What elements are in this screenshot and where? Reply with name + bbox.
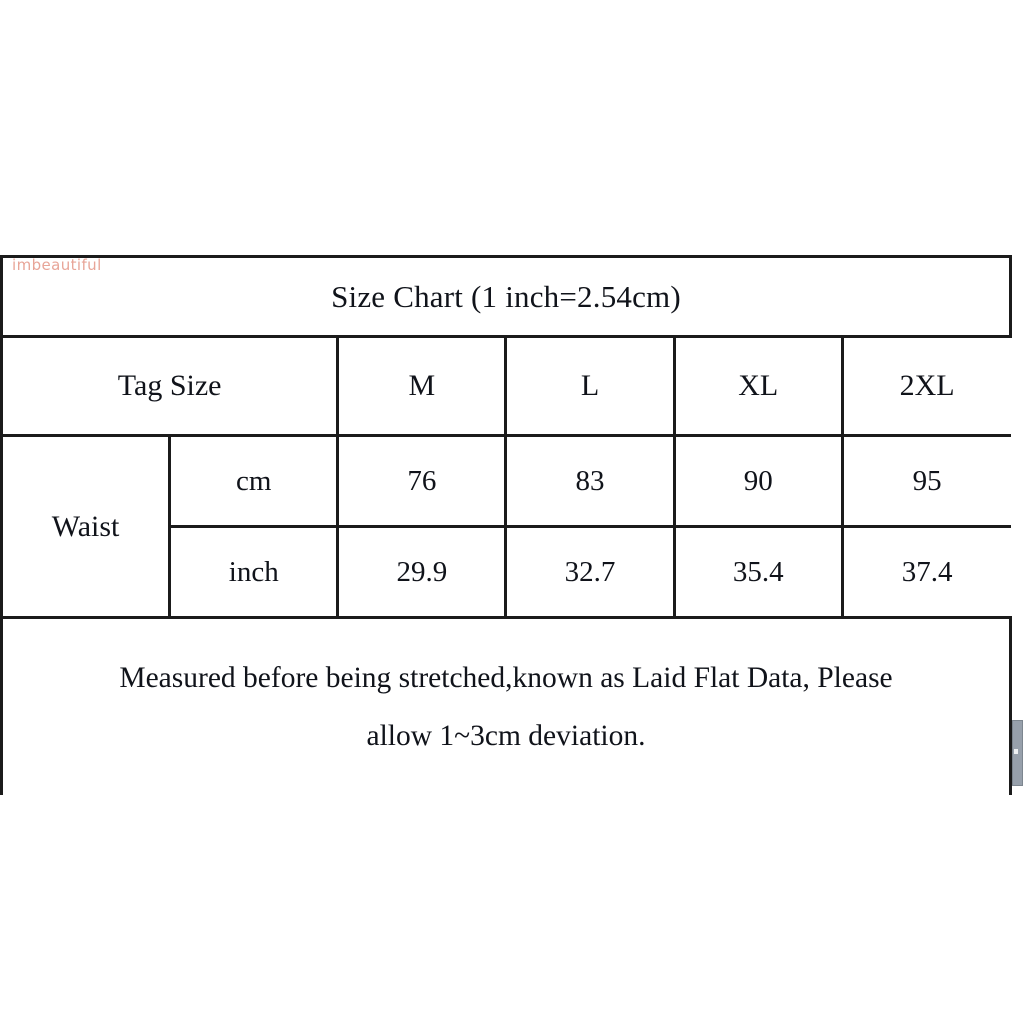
waist-inch-xl: 35.4 <box>672 525 844 619</box>
size-chart-table-container: Size Chart (1 inch=2.54cm) Tag Size M L … <box>0 255 1012 795</box>
unit-label-inch: inch <box>168 525 340 619</box>
measurement-note-line-1: Measured before being stretched,known as… <box>119 661 893 694</box>
waist-cm-l: 83 <box>504 434 676 528</box>
vertical-scrollbar[interactable] <box>1011 255 1024 786</box>
chart-title: Size Chart (1 inch=2.54cm) <box>0 255 1012 338</box>
waist-cm-m: 76 <box>336 434 508 528</box>
size-header-l: L <box>504 335 676 437</box>
waist-inch-2xl: 37.4 <box>840 525 1011 619</box>
size-header-2xl: 2XL <box>840 335 1011 437</box>
tag-size-header: Tag Size <box>0 335 340 437</box>
measurement-note: Measured before being stretched,known as… <box>0 616 1012 795</box>
header-row: Tag Size M L XL 2XL <box>0 335 1011 437</box>
unit-label-cm: cm <box>168 434 340 528</box>
waist-cm-xl: 90 <box>672 434 844 528</box>
title-row: Size Chart (1 inch=2.54cm) <box>0 255 1012 338</box>
waist-inch-l: 32.7 <box>504 525 676 619</box>
scrollbar-thumb[interactable] <box>1012 720 1023 786</box>
size-header-m: M <box>336 335 508 437</box>
waist-cm-2xl: 95 <box>840 434 1011 528</box>
size-chart-table: Size Chart (1 inch=2.54cm) Tag Size M L … <box>0 255 1012 795</box>
measurement-note-line-2: allow 1~3cm deviation. <box>366 720 646 752</box>
size-header-xl: XL <box>672 335 844 437</box>
table-row: Waist cm 76 83 90 95 <box>0 434 1011 619</box>
waist-row-label: Waist <box>0 434 172 619</box>
note-row: Measured before being stretched,known as… <box>0 616 1012 795</box>
waist-inch-m: 29.9 <box>336 525 508 619</box>
